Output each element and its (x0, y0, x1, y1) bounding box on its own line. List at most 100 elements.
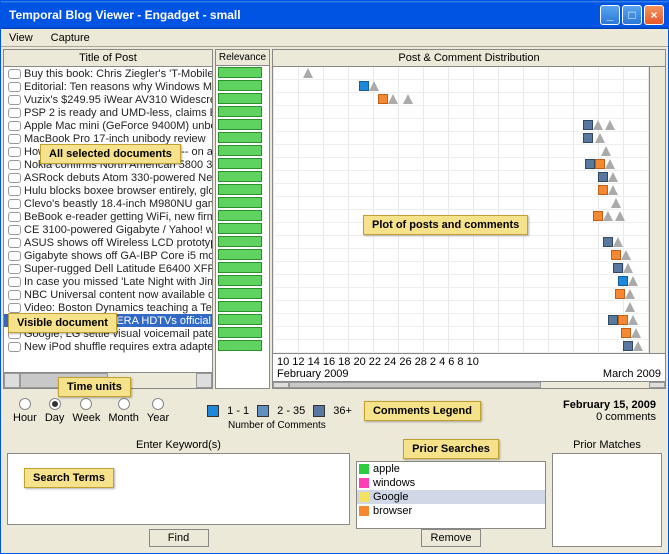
comment-icon (8, 147, 20, 157)
relevance-panel: Relevance (215, 49, 270, 389)
remove-button[interactable]: Remove (421, 529, 481, 547)
plot-row (273, 249, 649, 262)
plot-marker (628, 315, 638, 325)
list-item[interactable]: ASRock debuts Atom 330-powered NetTop S (4, 171, 212, 184)
plot-marker (605, 159, 615, 169)
comment-icon (8, 82, 20, 92)
relevance-bar (216, 209, 269, 222)
comments-legend: 1 - 1 2 - 35 36+ Comments Legend (207, 401, 477, 421)
list-item[interactable]: Clevo's beastly 18.4-inch M980NU gaming … (4, 197, 212, 210)
comment-icon (8, 121, 20, 131)
comment-icon (8, 134, 20, 144)
title-list[interactable]: All selected documents Visible document … (4, 67, 212, 372)
plot-marker (611, 198, 621, 208)
legend-box-2 (257, 405, 269, 417)
plot-marker (623, 263, 633, 273)
prior-matches-column: Prior Matches (552, 437, 662, 547)
comment-icon (8, 199, 20, 209)
titlebar[interactable]: Temporal Blog Viewer - Engadget - small … (1, 1, 668, 29)
maximize-button[interactable]: □ (622, 5, 642, 25)
distribution-header[interactable]: Post & Comment Distribution (273, 50, 665, 67)
plot-marker (625, 302, 635, 312)
plot-row (273, 106, 649, 119)
callout-all-docs: All selected documents (40, 144, 181, 164)
callout-visible-doc: Visible document (8, 313, 117, 333)
relevance-bar (216, 261, 269, 274)
prior-search-item[interactable]: apple (357, 462, 545, 476)
list-item[interactable]: Super-rugged Dell Latitude E6400 XFR is … (4, 262, 212, 275)
comment-icon (8, 264, 20, 274)
plot-marker (359, 81, 369, 91)
time-unit-day[interactable]: Day (45, 398, 65, 424)
plot-row (273, 262, 649, 275)
plot-area[interactable]: Plot of posts and comments (273, 67, 649, 353)
comment-icon (8, 277, 20, 287)
plot-row (273, 119, 649, 132)
list-item[interactable]: Hulu blocks boxee browser entirely, glov… (4, 184, 212, 197)
plot-row (273, 236, 649, 249)
list-item[interactable]: ASUS shows off Wireless LCD prototype, "… (4, 236, 212, 249)
plot-row (273, 340, 649, 353)
comment-icon (8, 342, 20, 352)
color-swatch (359, 464, 369, 474)
menu-view[interactable]: View (5, 31, 37, 45)
time-unit-week[interactable]: Week (72, 398, 100, 424)
plot-marker (403, 94, 413, 104)
relevance-bar (216, 287, 269, 300)
plot-axis: 10 12 14 16 18 20 22 24 26 28 2 4 6 8 10… (273, 353, 665, 381)
plot-vscroll[interactable] (649, 67, 665, 353)
relevance-bar (216, 131, 269, 144)
plot-marker (615, 211, 625, 221)
list-item[interactable]: BeBook e-reader getting WiFi, new firmwa… (4, 210, 212, 223)
comment-icon (8, 173, 20, 183)
list-item[interactable]: Editorial: Ten reasons why Windows Mobil… (4, 80, 212, 93)
list-item[interactable]: NBC Universal content now available on P… (4, 288, 212, 301)
list-item[interactable]: Vuzix's $249.95 iWear AV310 Widescreen e… (4, 93, 212, 106)
plot-marker (618, 315, 628, 325)
list-item[interactable]: Apple Mac mini (GeForce 9400M) unboxing … (4, 119, 212, 132)
relevance-bar (216, 105, 269, 118)
prior-search-item[interactable]: browser (357, 504, 545, 518)
relevance-bar (216, 326, 269, 339)
relevance-bar (216, 66, 269, 79)
menu-capture[interactable]: Capture (47, 31, 94, 45)
plot-marker (613, 237, 623, 247)
callout-search-terms: Search Terms (24, 468, 114, 488)
relevance-bar (216, 248, 269, 261)
plot-row (273, 67, 649, 80)
radio-icon (49, 398, 61, 410)
relevance-header[interactable]: Relevance (216, 50, 269, 66)
comment-icon (8, 225, 20, 235)
time-unit-year[interactable]: Year (147, 398, 169, 424)
time-unit-hour[interactable]: Hour (13, 398, 37, 424)
prior-search-item[interactable]: Google (357, 490, 545, 504)
prior-matches-list[interactable] (552, 453, 662, 547)
relevance-bar (216, 92, 269, 105)
find-button[interactable]: Find (149, 529, 209, 547)
menubar: View Capture (1, 29, 668, 47)
plot-marker (623, 341, 633, 351)
list-item[interactable]: CE 3100-powered Gigabyte / Yahoo! widget… (4, 223, 212, 236)
comment-icon (8, 212, 20, 222)
plot-row (273, 301, 649, 314)
list-item[interactable]: Gigabyte shows off GA-IBP Core i5 mother… (4, 249, 212, 262)
radio-icon (80, 398, 92, 410)
plot-marker (621, 250, 631, 260)
search-input[interactable]: Search Terms (7, 453, 350, 525)
search-column: Enter Keyword(s) Search Terms Find (7, 437, 350, 547)
plot-hscroll[interactable] (273, 381, 665, 388)
plot-row (273, 314, 649, 327)
title-of-post-header[interactable]: Title of Post (4, 50, 212, 67)
list-item[interactable]: PSP 2 is ready and UMD-less, claims Eart… (4, 106, 212, 119)
plot-marker (601, 146, 611, 156)
prior-searches-column: Prior Searches applewindowsGooglebrowser… (356, 437, 546, 547)
list-item[interactable]: Buy this book: Chris Ziegler's 'T-Mobile… (4, 67, 212, 80)
time-unit-month[interactable]: Month (108, 398, 139, 424)
prior-searches-list[interactable]: applewindowsGooglebrowser (356, 461, 546, 529)
list-item[interactable]: New iPod shuffle requires extra adapter … (4, 340, 212, 353)
minimize-button[interactable]: _ (600, 5, 620, 25)
prior-search-item[interactable]: windows (357, 476, 545, 490)
list-item[interactable]: In case you missed 'Late Night with Jimm… (4, 275, 212, 288)
plot-row (273, 158, 649, 171)
close-button[interactable]: × (644, 5, 664, 25)
